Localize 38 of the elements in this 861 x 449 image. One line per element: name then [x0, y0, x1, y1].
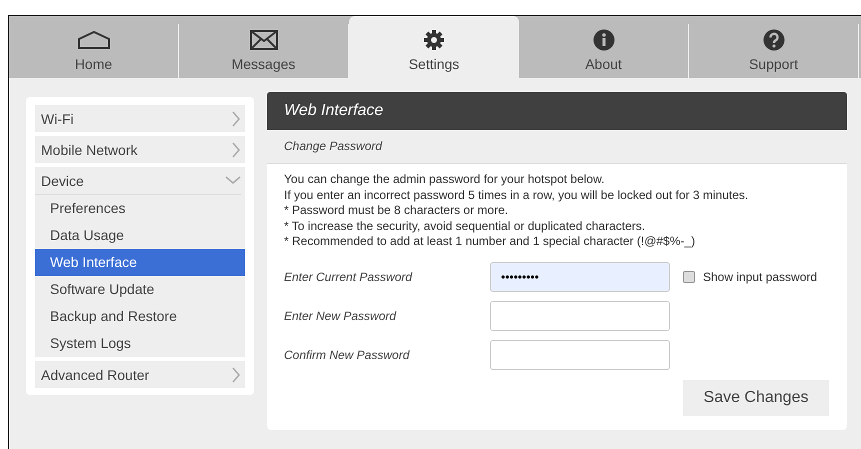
password-field[interactable] [490, 340, 670, 370]
instruction-text: If you enter an incorrect password 5 times in a row, you will be locked out for 3 minutes. [284, 188, 750, 203]
save-button[interactable]: Save Changes [683, 380, 829, 416]
checkbox[interactable] [683, 270, 695, 282]
field-label: Enter Current Password [284, 270, 414, 284]
panel-title: Web Interface [267, 92, 847, 130]
sidebar-item[interactable]: Advanced Router [35, 361, 245, 388]
nav-tab[interactable]: Settings [349, 16, 519, 78]
sidebar-item[interactable]: Device [35, 167, 241, 195]
sidebar-subitem[interactable]: Data Usage [35, 222, 245, 249]
field-label: Confirm New Password [284, 348, 411, 362]
sidebar-item[interactable]: Wi-Fi [35, 105, 245, 132]
field-label: Enter New Password [284, 308, 398, 322]
help-icon [762, 29, 784, 51]
chevron-right-icon [232, 142, 241, 158]
sidebar-subitem[interactable]: Web Interface [35, 249, 245, 276]
sidebar-subitem[interactable]: Software Update [35, 276, 245, 303]
instruction-text: * Password must be 8 characters or more. [284, 203, 510, 218]
envelope-icon [250, 30, 278, 50]
gear-icon [423, 29, 445, 51]
chevron-down-icon [225, 176, 241, 185]
sidebar-item[interactable]: Mobile Network [35, 136, 245, 163]
nav-tab[interactable]: Home [9, 24, 179, 78]
chevron-right-icon [232, 110, 241, 126]
password-field[interactable] [490, 300, 670, 330]
chevron-right-icon [232, 366, 241, 382]
home-icon [76, 30, 110, 50]
info-icon [592, 29, 614, 51]
instruction-text: * Recommended to add at least 1 number and 1 special character (!@#$%-_) [284, 234, 696, 250]
password-field[interactable]: ••••••••• [490, 262, 670, 292]
sidebar-subitem[interactable]: System Logs [35, 330, 245, 357]
nav-tab[interactable]: About [519, 24, 689, 78]
instruction-text: * To increase the security, avoid sequential or duplicated characters. [284, 218, 646, 234]
checkbox-label: Show input password [703, 270, 818, 284]
sidebar-subitem[interactable]: Backup and Restore [35, 303, 245, 330]
sidebar-subitem[interactable]: Preferences [35, 195, 245, 222]
instruction-text: You can change the admin password for your hotspot below. [284, 172, 606, 188]
nav-tab[interactable]: Support [689, 24, 859, 78]
